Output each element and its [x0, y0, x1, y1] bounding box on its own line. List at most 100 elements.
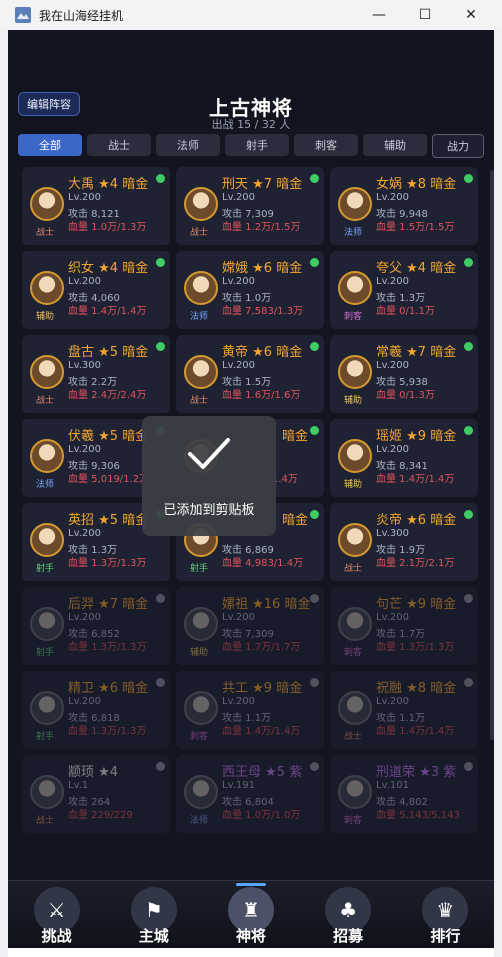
hero-name: 女娲 ★8 暗金: [376, 177, 457, 192]
hero-role: 法师: [189, 816, 208, 826]
deployed-indicator: [464, 762, 473, 771]
nav-challenge[interactable]: ⚔ 挑战: [9, 881, 105, 948]
deployed-indicator: [464, 174, 473, 183]
hero-avatar: [184, 271, 218, 305]
hero-card[interactable]: 战士 祝融 ★8 暗金 Lv.200 攻击 1.1万 血量 1.4万/1.4万: [330, 671, 478, 749]
hero-card[interactable]: 刺客 刑道荣 ★3 紫 Lv.101 攻击 4,802 血量 5,143/5,1…: [330, 755, 478, 833]
hero-card[interactable]: 战士 盘古 ★5 暗金 Lv.300 攻击 2.2万 血量 2.4万/2.4万: [22, 335, 170, 413]
hero-name: 英招 ★5 暗金: [68, 513, 149, 528]
window-titlebar: 我在山海经挂机 — ☐ ✕: [0, 0, 502, 30]
hero-level: Lv.200: [222, 276, 255, 287]
background-window-right: [494, 30, 502, 957]
hero-role: 战士: [35, 816, 54, 826]
hero-hp: 血量 1.4万/1.4万: [68, 306, 147, 317]
hero-avatar: [338, 355, 372, 389]
nav-ranking[interactable]: ♛ 排行: [397, 881, 493, 948]
hero-card[interactable]: 辅助 织女 ★4 暗金 Lv.200 攻击 4,060 血量 1.4万/1.4万: [22, 251, 170, 329]
hero-card[interactable]: 法师 嫦娥 ★6 暗金 Lv.200 攻击 1.0万 血量 7,583/1.3万: [176, 251, 324, 329]
deployed-indicator: [464, 258, 473, 267]
hero-hp: 血量 1.4万/1.4万: [376, 474, 455, 485]
nav-heroes[interactable]: ♜ 神将: [203, 881, 299, 948]
hero-role: 战士: [35, 396, 54, 406]
hero-avatar: [184, 187, 218, 221]
nav-label: 神将: [235, 927, 266, 945]
hero-role: 辅助: [343, 480, 362, 490]
hero-avatar: [338, 775, 372, 809]
app-icon: [15, 7, 31, 23]
hero-card[interactable]: 刺客 夸父 ★4 暗金 Lv.200 攻击 1.3万 血量 0/1.1万: [330, 251, 478, 329]
hero-name: 暗金: [282, 513, 309, 528]
hero-card[interactable]: 射手 后羿 ★7 暗金 Lv.200 攻击 6,852 血量 1.3万/1.3万: [22, 587, 170, 665]
hero-level: Lv.200: [376, 360, 409, 371]
hero-level: Lv.200: [68, 444, 101, 455]
hero-card[interactable]: 战士 炎帝 ★6 暗金 Lv.300 攻击 1.9万 血量 2.1万/2.1万: [330, 503, 478, 581]
hero-card[interactable]: 战士 大禹 ★4 暗金 Lv.200 攻击 8,121 血量 1.0万/1.3万: [22, 167, 170, 245]
game-screen: 编辑阵容 上古神将 出战 15 / 32 人 全部 战士 法师 射手 刺客 辅助…: [8, 30, 494, 948]
deployed-indicator: [464, 342, 473, 351]
sort-by-power-button[interactable]: 战力: [432, 134, 484, 158]
nav-recruit[interactable]: ♣ 招募: [300, 881, 396, 948]
hero-card[interactable]: 战士 刑天 ★7 暗金 Lv.200 攻击 7,309 血量 1.2万/1.5万: [176, 167, 324, 245]
tab-warrior[interactable]: 战士: [87, 134, 151, 156]
hero-avatar: [338, 607, 372, 641]
hero-level: Lv.200: [222, 696, 255, 707]
nav-main-city[interactable]: ⚑ 主城: [106, 881, 202, 948]
deployed-indicator: [310, 174, 319, 183]
hero-name: 嫦娥 ★6 暗金: [222, 261, 303, 276]
hero-card[interactable]: 法师 西王母 ★5 紫 Lv.191 攻击 6,804 血量 1.0万/1.0万: [176, 755, 324, 833]
hero-name: 织女 ★4 暗金: [68, 261, 149, 276]
deployed-indicator: [464, 678, 473, 687]
hero-level: Lv.200: [68, 192, 101, 203]
deployed-indicator: [464, 594, 473, 603]
tab-all[interactable]: 全部: [18, 134, 82, 156]
hero-card[interactable]: 法师 女娲 ★8 暗金 Lv.200 攻击 9,948 血量 1.5万/1.5万: [330, 167, 478, 245]
hero-card[interactable]: 战士 黄帝 ★6 暗金 Lv.200 攻击 1.5万 血量 1.6万/1.6万: [176, 335, 324, 413]
hero-avatar: [338, 271, 372, 305]
tab-mage[interactable]: 法师: [156, 134, 220, 156]
hero-level: Lv.300: [376, 528, 409, 539]
hero-card[interactable]: 辅助 瑶姬 ★9 暗金 Lv.200 攻击 8,341 血量 1.4万/1.4万: [330, 419, 478, 497]
hero-name: 西王母 ★5 紫: [222, 765, 303, 780]
hero-card[interactable]: 辅助 常羲 ★7 暗金 Lv.200 攻击 5,938 血量 0/1.3万: [330, 335, 478, 413]
hero-level: Lv.191: [222, 780, 255, 791]
tab-archer[interactable]: 射手: [225, 134, 289, 156]
hero-hp: 血量 1.2万/1.5万: [222, 222, 301, 233]
hero-avatar: [30, 355, 64, 389]
deployed-indicator: [310, 510, 319, 519]
hero-level: Lv.1: [68, 780, 89, 791]
hero-hp: 血量 1.7万/1.7万: [222, 642, 301, 653]
list-scrollbar[interactable]: [490, 170, 494, 740]
tab-assassin[interactable]: 刺客: [294, 134, 358, 156]
hero-level: Lv.200: [222, 360, 255, 371]
hero-card[interactable]: 辅助 嫘祖 ★16 暗金 Lv.200 攻击 7,309 血量 1.7万/1.7…: [176, 587, 324, 665]
maximize-button[interactable]: ☐: [402, 0, 448, 30]
hero-card[interactable]: 战士 颛顼 ★4 Lv.1 攻击 264 血量 229/229: [22, 755, 170, 833]
hero-level: Lv.200: [376, 444, 409, 455]
hero-role: 辅助: [35, 312, 54, 322]
minimize-button[interactable]: —: [356, 0, 402, 30]
hero-name: 祝融 ★8 暗金: [376, 681, 457, 696]
deployed-indicator: [310, 594, 319, 603]
close-button[interactable]: ✕: [448, 0, 494, 30]
tab-support[interactable]: 辅助: [363, 134, 427, 156]
deployed-indicator: [310, 678, 319, 687]
hero-level: Lv.200: [222, 192, 255, 203]
hero-card[interactable]: 射手 精卫 ★6 暗金 Lv.200 攻击 6,818 血量 1.3万/1.3万: [22, 671, 170, 749]
deployed-indicator: [464, 510, 473, 519]
hero-card[interactable]: 刺客 句芒 ★9 暗金 Lv.200 攻击 1.7万 血量 1.3万/1.3万: [330, 587, 478, 665]
toast-message: 已添加到剪贴板: [163, 503, 255, 518]
hero-avatar: [184, 355, 218, 389]
hero-role: 刺客: [189, 732, 208, 742]
hero-avatar: [338, 523, 372, 557]
lineup-header: 编辑阵容 上古神将 出战 15 / 32 人: [8, 30, 494, 131]
hero-hp: 血量 1.3万/1.3万: [68, 726, 147, 737]
hero-name: 刑道荣 ★3 紫: [376, 765, 457, 780]
hero-card[interactable]: 刺客 共工 ★9 暗金 Lv.200 攻击 1.1万 血量 1.4万/1.4万: [176, 671, 324, 749]
deployed-indicator: [156, 678, 165, 687]
hero-avatar: [30, 271, 64, 305]
hero-name: 颛顼 ★4: [68, 765, 119, 780]
hero-role: 刺客: [343, 816, 362, 826]
hero-name: 后羿 ★7 暗金: [68, 597, 149, 612]
hero-level: Lv.200: [376, 192, 409, 203]
hero-level: Lv.200: [68, 612, 101, 623]
